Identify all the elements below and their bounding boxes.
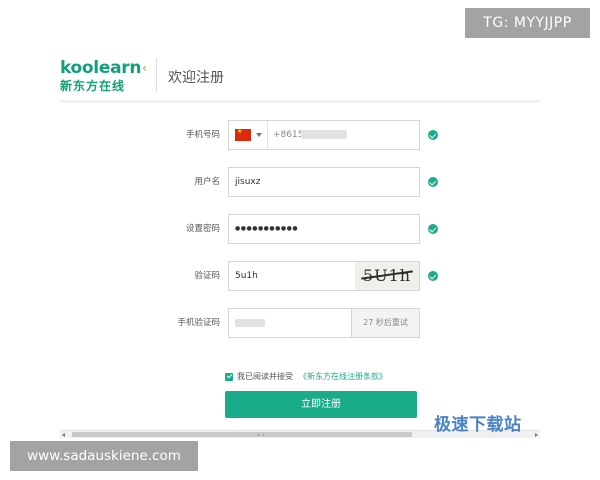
phone-label: 手机号码 bbox=[185, 130, 220, 140]
phone-field[interactable]: ★ +8615 bbox=[228, 120, 420, 150]
captcha-value: 5u1h bbox=[235, 271, 258, 281]
phone-redaction bbox=[301, 130, 347, 139]
koolearn-logo[interactable]: koolearn‹ 新东方在线 bbox=[60, 60, 150, 94]
screenshot: TG: MYYJJPP koolearn‹ 新东方在线 欢迎注册 手机号码 ★ … bbox=[0, 0, 600, 480]
agreement-row: 我已阅读并接受 《新东方在线注册条款》 bbox=[225, 371, 387, 383]
agreement-text: 我已阅读并接受 bbox=[237, 372, 293, 381]
phone-value: +8615 bbox=[273, 130, 304, 140]
username-field[interactable]: jisuxz bbox=[228, 167, 420, 197]
header-divider bbox=[156, 58, 157, 92]
sms-code-field[interactable]: 27 秒后重试 bbox=[228, 308, 420, 338]
header-bottom-divider bbox=[60, 100, 540, 103]
page-title: 欢迎注册 bbox=[168, 70, 224, 86]
china-flag-icon[interactable]: ★ bbox=[235, 128, 251, 141]
scroll-left-icon[interactable] bbox=[62, 432, 65, 437]
logo-text-cn: 新东方在线 bbox=[60, 79, 126, 93]
captcha-image[interactable]: 5U1h bbox=[355, 262, 419, 290]
phone-separator bbox=[267, 121, 268, 149]
sms-label: 手机验证码 bbox=[177, 318, 220, 328]
register-button[interactable]: 立即注册 bbox=[225, 391, 417, 418]
username-label: 用户名 bbox=[194, 177, 220, 187]
agreement-checkbox[interactable] bbox=[225, 372, 233, 381]
logo-text-en: koolearn‹ bbox=[60, 58, 147, 78]
terms-link[interactable]: 《新东方在线注册条款》 bbox=[299, 372, 387, 381]
captcha-valid-check-icon bbox=[428, 271, 438, 281]
watermark-bottom-left: www.sadauskiene.com bbox=[10, 441, 198, 471]
scroll-thumb[interactable] bbox=[72, 432, 412, 437]
resend-sms-button[interactable]: 27 秒后重试 bbox=[351, 309, 419, 337]
logo-mark-icon: ‹ bbox=[142, 61, 147, 75]
row-phone: 手机号码 ★ +8615 bbox=[60, 120, 540, 150]
country-dropdown-icon[interactable] bbox=[256, 133, 262, 137]
captcha-field[interactable]: 5u1h 5U1h bbox=[228, 261, 420, 291]
password-value: ●●●●●●●●●●● bbox=[235, 225, 299, 232]
password-field[interactable]: ●●●●●●●●●●● bbox=[228, 214, 420, 244]
scroll-grip-icon bbox=[258, 433, 264, 436]
scroll-right-icon[interactable] bbox=[535, 432, 538, 437]
watermark-top-right: TG: MYYJJPP bbox=[465, 8, 590, 38]
password-label: 设置密码 bbox=[185, 224, 220, 234]
row-password: 设置密码 ●●●●●●●●●●● bbox=[60, 214, 540, 244]
captcha-label: 验证码 bbox=[194, 271, 220, 281]
sms-code-redaction bbox=[235, 319, 265, 327]
row-sms: 手机验证码 27 秒后重试 bbox=[60, 308, 540, 338]
register-window: koolearn‹ 新东方在线 欢迎注册 手机号码 ★ +8615 用户名 ji… bbox=[60, 40, 540, 440]
watermark-bottom-right: 极速下载站 bbox=[434, 415, 522, 435]
row-captcha: 验证码 5u1h 5U1h bbox=[60, 261, 540, 291]
username-valid-check-icon bbox=[428, 177, 438, 187]
row-username: 用户名 jisuxz bbox=[60, 167, 540, 197]
phone-valid-check-icon bbox=[428, 130, 438, 140]
username-value: jisuxz bbox=[235, 177, 261, 187]
password-valid-check-icon bbox=[428, 224, 438, 234]
